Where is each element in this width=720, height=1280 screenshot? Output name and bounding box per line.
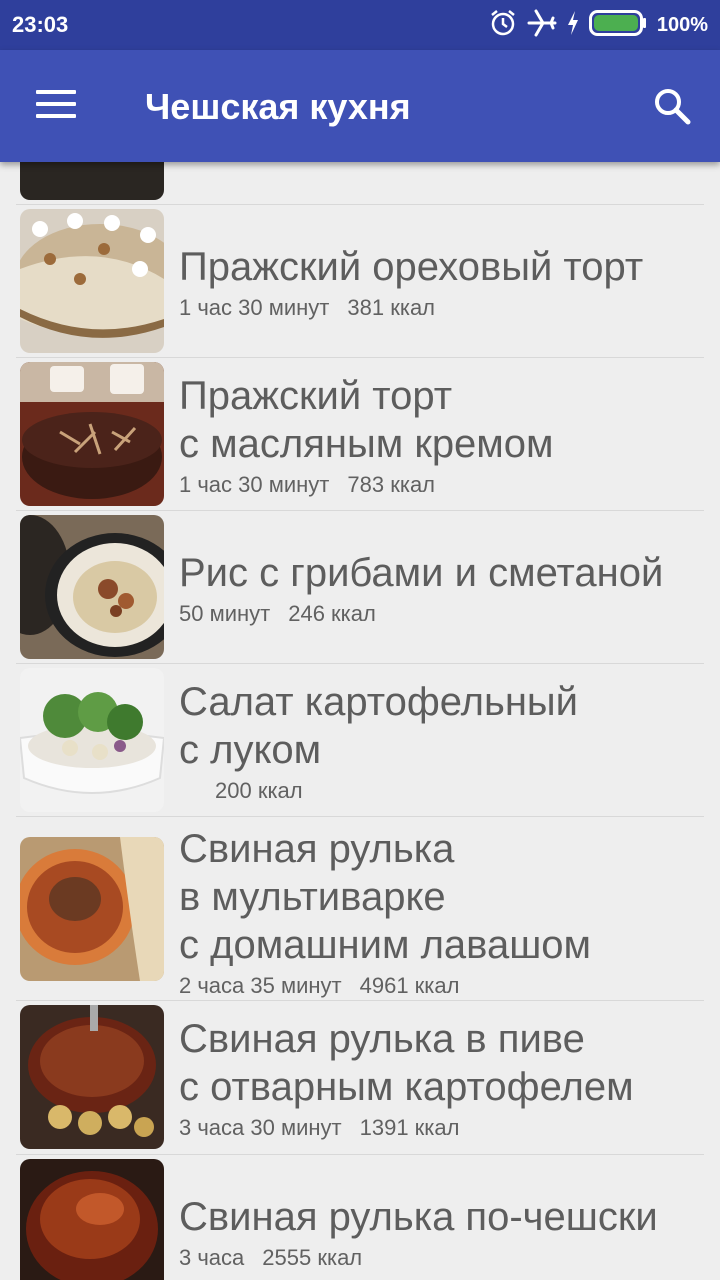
- recipe-title: Пражский ореховый торт: [179, 245, 644, 289]
- recipe-title: Рис с грибами и сметаной: [179, 551, 664, 595]
- recipe-title: Салат картофельный с луком: [179, 680, 579, 772]
- recipe-meta: 50 минут 246 ккал: [179, 601, 706, 627]
- recipe-item[interactable]: Салат картофельный с луком 200 ккал: [0, 664, 720, 816]
- search-button[interactable]: [652, 86, 692, 126]
- status-time: 23:03: [12, 12, 69, 37]
- recipe-meta: 3 часа 2555 ккал: [179, 1245, 706, 1271]
- recipe-item[interactable]: Пражский ореховый торт 1 час 30 минут 381…: [0, 205, 720, 357]
- recipe-text: Пражский ореховый торт 1 час 30 минут 381…: [179, 243, 706, 321]
- recipe-kcal: 4961 ккал: [359, 973, 460, 998]
- recipe-time: 50 минут: [179, 601, 271, 626]
- recipe-time: 2 часа 35 минут: [179, 973, 342, 998]
- recipe-text: Пражский торт с масляным кремом 1 час 30…: [179, 372, 706, 498]
- recipe-meta: 2 часа 35 минут 4961 ккал: [179, 973, 706, 999]
- recipe-title: Свиная рулька в пиве с отварным картофел…: [179, 1017, 634, 1109]
- recipe-item[interactable]: Свиная рулька по-чешски 3 часа 2555 ккал: [0, 1155, 720, 1280]
- recipe-item[interactable]: Свиная рулька в мультиварке с домашним л…: [0, 817, 720, 1000]
- recipe-text: Рис с грибами и сметаной 50 минут 246 кка…: [179, 549, 706, 627]
- recipe-title: Пражский торт с масляным кремом: [179, 374, 554, 466]
- app-bar: Чешская кухня: [0, 50, 720, 162]
- recipe-text: Салат картофельный с луком 200 ккал: [179, 678, 706, 804]
- recipe-time: 1 час 30 минут: [179, 295, 330, 320]
- recipe-item[interactable]: Свиная рулька в пиве с отварным картофел…: [0, 1001, 720, 1154]
- recipe-thumbnail: [20, 1159, 164, 1280]
- recipe-kcal: 381 ккал: [347, 295, 436, 320]
- recipe-time: 3 часа 30 минут: [179, 1115, 342, 1140]
- recipe-item[interactable]: Пражский торт с масляным кремом 1 час 30…: [0, 358, 720, 510]
- recipe-text: Свиная рулька в пиве с отварным картофел…: [179, 1015, 706, 1141]
- battery-percent: 100%: [656, 13, 708, 36]
- recipe-meta: 3 часа 30 минут 1391 ккал: [179, 1115, 706, 1141]
- recipe-meta: 200 ккал: [179, 778, 706, 804]
- recipe-thumbnail: [20, 515, 164, 659]
- recipe-item[interactable]: Рис с грибами и сметаной 50 минут 246 кка…: [0, 511, 720, 663]
- recipe-list[interactable]: Пражский ореховый торт 1 час 30 минут 381…: [0, 162, 720, 1280]
- recipe-kcal: 1391 ккал: [359, 1115, 460, 1140]
- recipe-thumbnail-partial[interactable]: [20, 162, 164, 200]
- charging-bolt-icon: [567, 10, 579, 40]
- recipe-meta: 1 час 30 минут 381 ккал: [179, 295, 706, 321]
- recipe-meta: 1 час 30 минут 783 ккал: [179, 472, 706, 498]
- recipe-title: Свиная рулька в мультиварке с домашним л…: [179, 827, 592, 967]
- status-bar: 23:03 100%: [0, 0, 720, 50]
- recipe-kcal: 246 ккал: [288, 601, 376, 626]
- search-icon: [655, 89, 691, 125]
- recipe-kcal: 2555 ккал: [262, 1245, 363, 1270]
- recipe-thumbnail: [20, 209, 164, 353]
- recipe-title: Свиная рулька по-чешски: [179, 1195, 658, 1239]
- recipe-text: Свиная рулька в мультиварке с домашним л…: [179, 825, 706, 999]
- status-icons: 100%: [489, 9, 708, 42]
- recipe-thumbnail: [20, 837, 164, 981]
- recipe-thumbnail: [20, 1005, 164, 1149]
- recipe-time: 3 часа: [179, 1245, 245, 1270]
- airplane-icon: [527, 9, 557, 42]
- recipe-thumbnail: [20, 668, 164, 812]
- recipe-time: 1 час 30 минут: [179, 472, 330, 497]
- recipe-thumbnail: [20, 362, 164, 506]
- recipe-kcal: 200 ккал: [215, 778, 303, 803]
- menu-button[interactable]: [36, 90, 76, 122]
- recipe-kcal: 783 ккал: [347, 472, 436, 497]
- battery-icon: [588, 9, 647, 41]
- page-title: Чешская кухня: [145, 86, 411, 127]
- hamburger-icon: [36, 90, 76, 94]
- alarm-icon: [489, 9, 517, 42]
- recipe-text: Свиная рулька по-чешски 3 часа 2555 ккал: [179, 1193, 706, 1271]
